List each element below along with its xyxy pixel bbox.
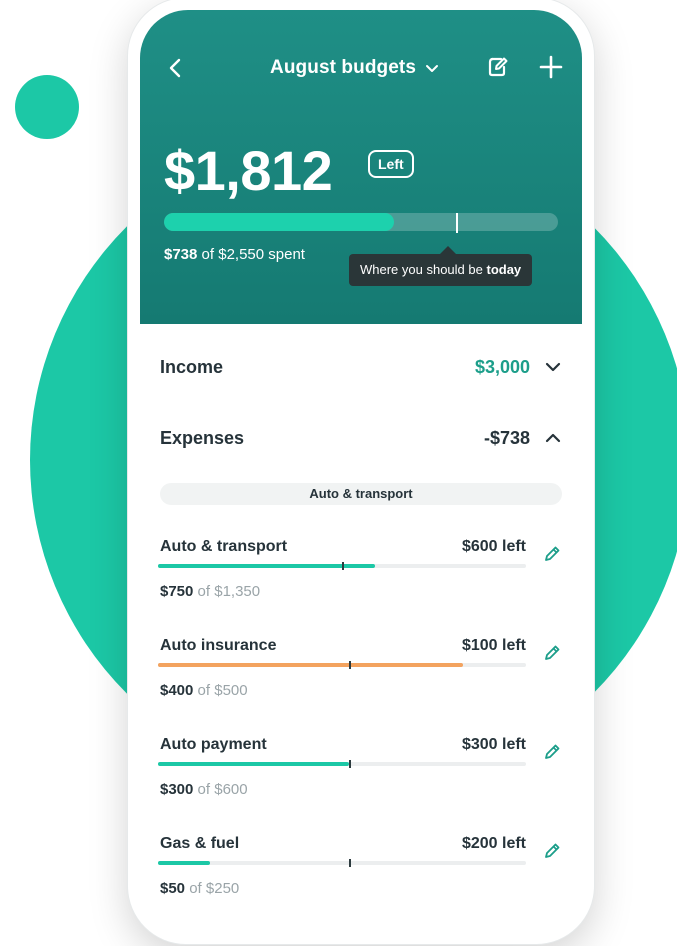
budget-item-progress-fill [158,762,349,766]
budget-item[interactable]: Auto insurance $100 left $400 of $500 [158,637,562,717]
page-title: August budgets [270,57,416,78]
today-marker [456,213,458,233]
chevron-left-icon[interactable] [164,56,188,80]
budget-item-today-marker [349,661,351,669]
tooltip-arrow [440,246,456,254]
budget-item-progress [158,661,526,669]
budget-item-progress [158,760,526,768]
budget-item-name: Auto & transport [160,538,288,555]
budget-item-left: $200 left [461,835,526,852]
today-tooltip: Where you should be today [349,254,533,286]
budget-item-amount: $400 of $500 [160,682,248,699]
budget-item-amount: $300 of $600 [160,781,248,798]
budget-item-progress-fill [158,663,463,667]
budget-item-total: $1,350 [214,583,261,600]
budget-item-spent: $750 [160,583,194,600]
pencil-icon[interactable] [542,643,562,663]
budget-item-left: $100 left [461,637,526,654]
budget-item-amount: $50 of $250 [160,880,239,897]
budget-item-today-marker [342,562,344,570]
budget-item-of: of [197,682,211,699]
left-badge: Left [368,150,414,178]
phone-frame: August budgets $1,812 Left $738 of $2,55… [128,0,594,944]
chevron-down-icon [545,362,561,372]
note-edit-icon[interactable] [486,55,510,79]
budget-item-of: of [197,781,211,798]
budget-progress-bar [164,213,558,231]
tooltip-text: Where you should be [360,262,483,277]
budget-item-today-marker [349,760,351,768]
budget-header: August budgets $1,812 Left $738 of $2,55… [140,10,582,324]
budget-item-progress [158,859,526,867]
budget-item-of: of [197,583,211,600]
spent-amount: $738 [164,246,198,263]
decorative-dot [15,75,79,139]
spent-summary: $738 of $2,550 spent [164,246,305,263]
income-label: Income [160,356,224,377]
budget-item-left: $300 left [461,736,526,753]
income-value: $3,000 [474,356,530,377]
plus-icon[interactable] [538,54,564,80]
budget-item-today-marker [349,859,351,867]
budget-item-total: $600 [214,781,248,798]
budget-item-name: Auto insurance [160,637,277,654]
pencil-icon[interactable] [542,544,562,564]
budget-item[interactable]: Auto payment $300 left $300 of $600 [158,736,562,816]
app-screen: August budgets $1,812 Left $738 of $2,55… [140,10,582,932]
budget-item-total: $500 [214,682,248,699]
category-chip: Auto & transport [160,483,562,505]
budget-item-progress-fill [158,861,210,865]
income-row[interactable]: Income $3,000 [160,352,562,382]
budget-item-left: $600 left [461,538,526,555]
chevron-down-icon [426,65,438,72]
expenses-label: Expenses [160,427,245,448]
budget-item-of: of [189,880,202,897]
tooltip-bold: today [486,262,522,277]
expenses-row[interactable]: Expenses -$738 [160,423,562,453]
budget-item[interactable]: Gas & fuel $200 left $50 of $250 [158,835,562,915]
pencil-icon[interactable] [542,841,562,861]
budget-item-spent: $400 [160,682,194,699]
budget-item[interactable]: Auto & transport $600 left $750 of $1,350 [158,538,562,618]
budget-item-total: $250 [205,880,240,897]
budget-item-name: Gas & fuel [160,835,240,852]
spent-suffix: of $2,550 spent [201,246,305,263]
budget-item-spent: $300 [160,781,194,798]
chevron-up-icon [545,433,561,443]
budget-item-spent: $50 [160,880,186,897]
budget-item-amount: $750 of $1,350 [160,583,260,600]
month-selector[interactable]: August budgets [270,54,440,82]
budget-item-progress [158,562,526,570]
expenses-value: -$738 [483,427,530,448]
pencil-icon[interactable] [542,742,562,762]
budget-item-name: Auto payment [160,736,267,753]
budget-progress-fill [164,213,394,231]
amount-left: $1,812 [164,139,333,202]
